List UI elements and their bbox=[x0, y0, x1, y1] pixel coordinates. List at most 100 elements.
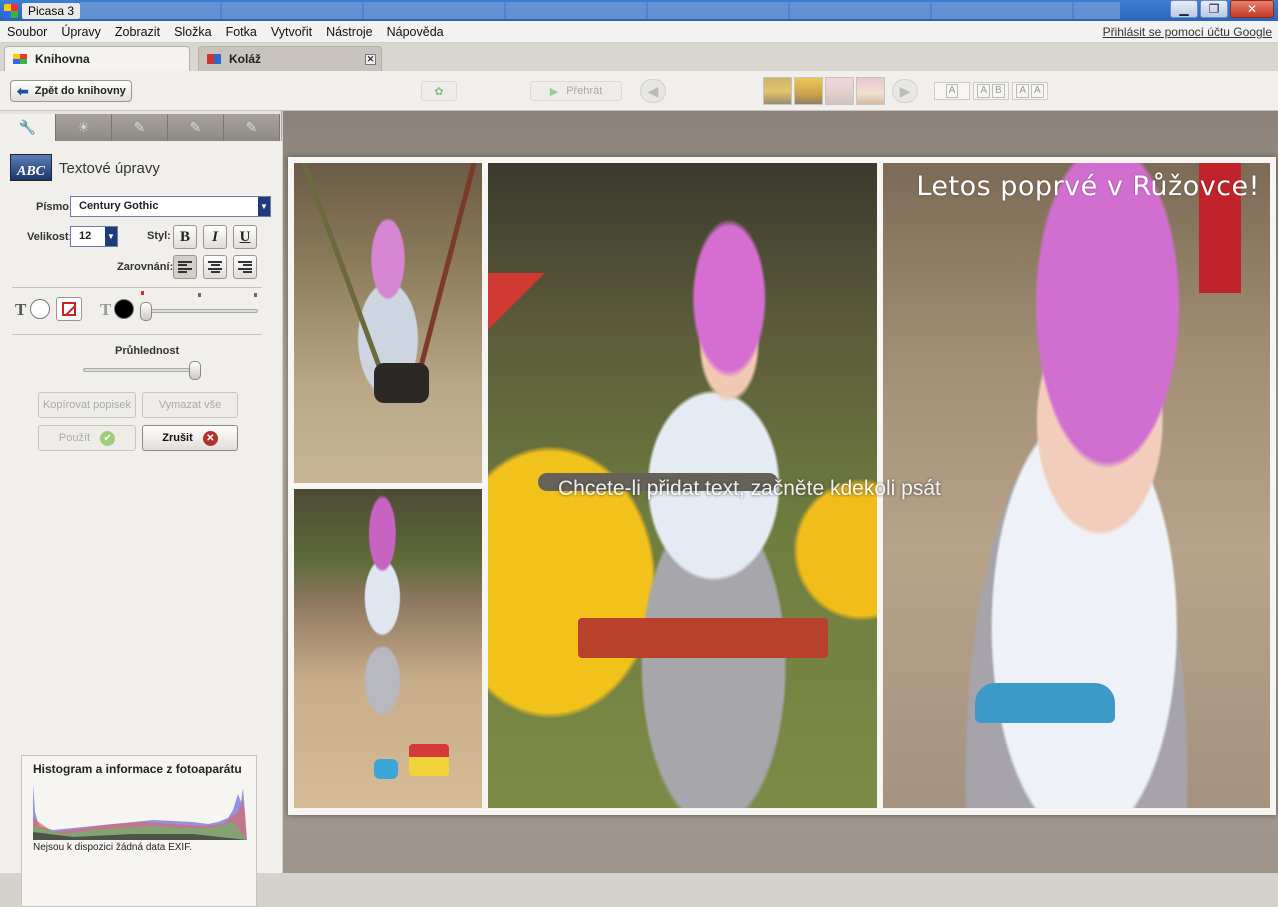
back-arrow-icon: ⬅ bbox=[17, 82, 29, 99]
outline-t-icon: T bbox=[100, 300, 112, 319]
add-text-hint: Chcete-li přidat text, začněte kdekoli p… bbox=[558, 477, 941, 500]
photo-sandbox[interactable] bbox=[294, 489, 482, 808]
play-label: Přehrát bbox=[566, 85, 603, 97]
tab-effects3-brush-icon[interactable]: ✎ bbox=[224, 114, 280, 141]
size-value: 12 bbox=[79, 230, 92, 242]
underline-button[interactable]: U bbox=[233, 225, 257, 249]
tab-collage[interactable]: Koláž ✕ bbox=[198, 46, 382, 71]
menu-upravy[interactable]: Úpravy bbox=[54, 25, 108, 39]
menu-slozka[interactable]: Složka bbox=[167, 25, 219, 39]
text-tool-abc-icon: ABC bbox=[10, 154, 52, 181]
align-right-icon[interactable] bbox=[233, 255, 257, 279]
close-window-button[interactable]: ✕ bbox=[1230, 0, 1274, 18]
tab-effects-brush-icon[interactable]: ✎ bbox=[112, 114, 168, 141]
menu-fotka[interactable]: Fotka bbox=[219, 25, 264, 39]
font-select[interactable]: Century Gothic ▼ bbox=[70, 196, 271, 217]
back-to-library-button[interactable]: ⬅ Zpět do knihovny bbox=[10, 80, 132, 102]
photo-swing[interactable] bbox=[294, 163, 482, 483]
text-style-aa-icon[interactable]: AA bbox=[1012, 82, 1048, 100]
style-label: Styl: bbox=[147, 230, 171, 242]
chevron-down-icon[interactable]: ▼ bbox=[258, 197, 270, 216]
collage-page[interactable]: Letos poprvé v Růžovce! Chcete-li přidat… bbox=[288, 157, 1276, 815]
library-icon bbox=[13, 54, 27, 64]
bold-button[interactable]: B bbox=[173, 225, 197, 249]
slider-tick bbox=[198, 293, 201, 297]
clear-all-button[interactable]: Vymazat vše bbox=[142, 392, 238, 418]
exif-note: Nejsou k dispozici žádná data EXIF. bbox=[33, 842, 192, 853]
outline-width-slider[interactable] bbox=[140, 309, 258, 313]
size-select[interactable]: 12 ▼ bbox=[70, 226, 118, 247]
toolbar: ⬅ Zpět do knihovny ✿ ▶ Přehrát ◀ ▶ A AB … bbox=[0, 71, 1278, 111]
text-style-a-icon[interactable]: A bbox=[934, 82, 970, 100]
align-center-icon[interactable] bbox=[203, 255, 227, 279]
slider-tick bbox=[141, 291, 144, 295]
menu-vytvorit[interactable]: Vytvořit bbox=[264, 25, 319, 39]
collage-shuffle-icon[interactable]: ✿ bbox=[421, 81, 457, 101]
red-slide bbox=[488, 273, 558, 343]
minimize-button[interactable]: ▁ bbox=[1170, 0, 1198, 18]
collage-canvas-area: Letos poprvé v Růžovce! Chcete-li přidat… bbox=[283, 111, 1278, 873]
divider bbox=[12, 287, 262, 288]
menu-napoveda[interactable]: Nápověda bbox=[380, 25, 451, 39]
tab-library[interactable]: Knihovna bbox=[4, 46, 190, 71]
cancel-button[interactable]: Zrušit ✕ bbox=[142, 425, 238, 451]
menu-nastroje[interactable]: Nástroje bbox=[319, 25, 380, 39]
cancel-label: Zrušit bbox=[162, 432, 193, 444]
chevron-down-icon[interactable]: ▼ bbox=[105, 227, 117, 246]
thumbnail[interactable] bbox=[856, 77, 885, 105]
tab-basic-fixes-wrench-icon[interactable]: 🔧 bbox=[0, 114, 56, 141]
title-bar: Picasa 3 ▁ ❐ ✕ bbox=[0, 0, 1278, 21]
thumbnail[interactable] bbox=[794, 77, 823, 105]
align-left-icon[interactable] bbox=[173, 255, 197, 279]
no-outline-icon[interactable] bbox=[56, 297, 82, 321]
close-tab-icon[interactable]: ✕ bbox=[365, 54, 376, 65]
thumbnail-strip bbox=[763, 77, 885, 105]
thumbnail[interactable] bbox=[825, 77, 854, 105]
opacity-slider-thumb[interactable] bbox=[189, 361, 201, 380]
histogram-title: Histogram a informace z fotoaparátu bbox=[33, 762, 242, 776]
text-style-ab-icon[interactable]: AB bbox=[973, 82, 1009, 100]
tab-library-label: Knihovna bbox=[35, 52, 90, 66]
play-button[interactable]: ▶ Přehrát bbox=[530, 81, 622, 101]
divider bbox=[12, 334, 262, 335]
next-icon[interactable]: ▶ bbox=[892, 79, 918, 103]
panel-title: Textové úpravy bbox=[59, 160, 160, 177]
thumbnail[interactable] bbox=[763, 77, 792, 105]
outline-width-slider-thumb[interactable] bbox=[140, 302, 152, 321]
opacity-slider[interactable] bbox=[83, 368, 201, 372]
slider-tick bbox=[254, 293, 257, 297]
font-label: Písmo: bbox=[36, 201, 73, 213]
histogram-panel: Histogram a informace z fotoaparátu Nejs… bbox=[21, 755, 257, 907]
font-value: Century Gothic bbox=[79, 200, 159, 212]
italic-button[interactable]: I bbox=[203, 225, 227, 249]
tab-effects2-brush-icon[interactable]: ✎ bbox=[168, 114, 224, 141]
restore-button[interactable]: ❐ bbox=[1200, 0, 1228, 18]
menu-bar: Soubor Úpravy Zobrazit Složka Fotka Vytv… bbox=[0, 21, 1278, 43]
menu-zobrazit[interactable]: Zobrazit bbox=[108, 25, 167, 39]
menu-soubor[interactable]: Soubor bbox=[0, 25, 54, 39]
previous-icon[interactable]: ◀ bbox=[640, 79, 666, 103]
toy-shovel bbox=[374, 759, 398, 779]
tab-tuning-sun-icon[interactable]: ☀ bbox=[56, 114, 112, 141]
checkmark-icon: ✔ bbox=[100, 430, 116, 446]
outline-color-swatch[interactable] bbox=[114, 299, 134, 319]
picasa-app-icon bbox=[4, 3, 18, 18]
photo-closeup[interactable]: Letos poprvé v Růžovce! bbox=[883, 163, 1270, 808]
opacity-label: Průhlednost bbox=[115, 345, 180, 357]
back-button-label: Zpět do knihovny bbox=[34, 85, 126, 97]
google-signin-link[interactable]: Přihlásit se pomocí účtu Google bbox=[1103, 25, 1272, 39]
cancel-x-icon: ✕ bbox=[202, 430, 218, 446]
swing-ropes bbox=[301, 163, 477, 403]
play-icon: ▶ bbox=[549, 85, 559, 98]
apply-button[interactable]: Použít ✔ bbox=[38, 425, 136, 451]
text-panel: ABC Textové úpravy Písmo: Century Gothic… bbox=[0, 141, 282, 907]
apply-label: Použít bbox=[58, 432, 91, 444]
text-fill-color-swatch[interactable] bbox=[30, 299, 50, 319]
copy-caption-button[interactable]: Kopírovat popisek bbox=[38, 392, 136, 418]
blue-toy-shovel bbox=[975, 683, 1115, 723]
edit-tabs: 🔧 ☀ ✎ ✎ ✎ bbox=[0, 114, 282, 141]
tab-row: Knihovna Koláž ✕ bbox=[0, 43, 1278, 71]
histogram-graph bbox=[33, 784, 247, 840]
red-seat bbox=[578, 618, 828, 658]
collage-caption[interactable]: Letos poprvé v Růžovce! bbox=[916, 171, 1260, 202]
